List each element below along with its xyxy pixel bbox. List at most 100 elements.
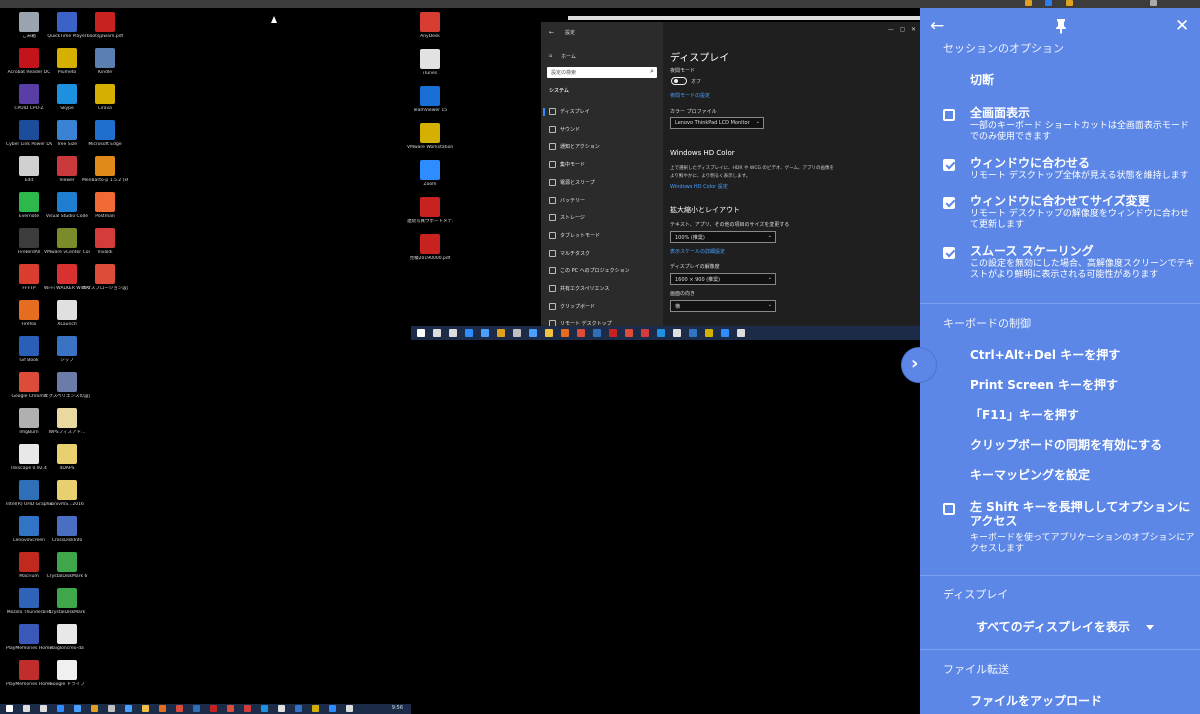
- hd-color-link[interactable]: Windows HD Color 設定: [670, 183, 728, 190]
- taskbar-app-icon[interactable]: [346, 705, 353, 712]
- desktop-icon[interactable]: MenBarto-p 1.5.2 (x64): [82, 156, 128, 183]
- option-checkbox[interactable]: [943, 247, 955, 259]
- nav-item[interactable]: 共有エクスペリエンス: [549, 285, 609, 292]
- nav-item[interactable]: ディスプレイ: [549, 108, 590, 115]
- close-icon[interactable]: ✕: [1175, 18, 1189, 35]
- upload-file-button[interactable]: ファイルをアップロード: [970, 692, 1102, 709]
- desktop-icon[interactable]: ionivmS...2016: [44, 480, 90, 507]
- taskbar-app-icon[interactable]: [295, 705, 302, 712]
- desktop-icon[interactable]: daigloncreo-da: [44, 624, 90, 651]
- desktop-icon[interactable]: CrystalDiskMark 6: [44, 552, 90, 579]
- desktop-icon[interactable]: Postman: [82, 192, 128, 219]
- taskbar-app-icon[interactable]: [577, 329, 585, 337]
- nav-item[interactable]: この PC へのプロジェクション: [549, 267, 630, 275]
- taskbar-app-icon[interactable]: [210, 705, 217, 712]
- disconnect-button[interactable]: 切断: [970, 71, 994, 88]
- keyboard-action[interactable]: Ctrl+Alt+Del キーを押す: [970, 346, 1120, 363]
- option-checkbox[interactable]: [943, 159, 955, 171]
- taskbar-app-icon[interactable]: [142, 705, 149, 712]
- taskbar-app-icon[interactable]: [673, 329, 681, 337]
- settings-search-box[interactable]: 設定の検索 ⌕: [547, 67, 657, 78]
- nav-item[interactable]: サウンド: [549, 125, 580, 133]
- night-mode-settings-link[interactable]: 夜間モードの設定: [670, 92, 710, 99]
- back-arrow-icon[interactable]: ←: [930, 18, 944, 35]
- back-arrow-icon[interactable]: ←: [549, 29, 554, 36]
- taskbar-app-icon[interactable]: [657, 329, 665, 337]
- taskbar-app-icon[interactable]: [417, 329, 425, 337]
- taskbar-app-icon[interactable]: [125, 705, 132, 712]
- display-select[interactable]: すべてのディスプレイを表示: [920, 612, 1200, 636]
- close-icon[interactable]: ✕: [911, 26, 916, 33]
- taskbar-app-icon[interactable]: [57, 705, 64, 712]
- desktop-icon[interactable]: iTunes: [407, 49, 453, 76]
- taskbar-app-icon[interactable]: [433, 329, 441, 337]
- nav-item[interactable]: 電源とスリープ: [549, 178, 595, 186]
- taskbar-app-icon[interactable]: [721, 329, 729, 337]
- desktop-icon[interactable]: Zoom: [407, 160, 453, 187]
- keyboard-action[interactable]: クリップボードの同期を有効にする: [970, 436, 1162, 453]
- keyboard-action[interactable]: 「F11」キーを押す: [970, 406, 1079, 423]
- taskbar-app-icon[interactable]: [641, 329, 649, 337]
- extension-icon[interactable]: [1025, 0, 1032, 6]
- home-link[interactable]: ホーム: [561, 53, 576, 60]
- scale-dropdown[interactable]: 100% (推奨) ⌄: [670, 231, 776, 243]
- desktop-icon[interactable]: Google ドライブ: [44, 660, 90, 687]
- taskbar-app-icon[interactable]: [176, 705, 183, 712]
- nav-item[interactable]: クリップボード: [549, 302, 595, 310]
- desktop-icon[interactable]: WPSフィスアド...: [44, 408, 90, 435]
- desktop-icon[interactable]: bootsjpwarn.pdf: [82, 12, 128, 39]
- extension-icon[interactable]: [1045, 0, 1052, 6]
- nav-item[interactable]: マルチタスク: [549, 249, 590, 257]
- taskbar-app-icon[interactable]: [689, 329, 697, 337]
- taskbar-app-icon[interactable]: [40, 705, 47, 712]
- desktop-icon[interactable]: Kindle: [82, 48, 128, 75]
- orientation-dropdown[interactable]: 横 ⌄: [670, 300, 776, 312]
- pin-icon[interactable]: [1054, 18, 1068, 38]
- taskbar-app-icon[interactable]: [244, 705, 251, 712]
- desktop-icon[interactable]: TeamViewer 15: [407, 86, 453, 113]
- nav-item[interactable]: 集中モード: [549, 161, 585, 169]
- nav-item[interactable]: タブレットモード: [549, 231, 600, 239]
- taskbar-app-icon[interactable]: [529, 329, 537, 337]
- taskbar-app-icon[interactable]: [227, 705, 234, 712]
- desktop-icon[interactable]: Vivaldi: [82, 228, 128, 255]
- keyboard-action[interactable]: キーマッピングを設定: [970, 466, 1090, 483]
- desktop-icon[interactable]: CrossDiskInfo: [44, 516, 90, 543]
- taskbar-app-icon[interactable]: [625, 329, 633, 337]
- panel-toggle-tab[interactable]: ›: [901, 347, 937, 383]
- desktop-icon[interactable]: エクスプロージョン設定パージ: [82, 264, 128, 291]
- taskbar-app-icon[interactable]: [74, 705, 81, 712]
- desktop-icon[interactable]: CrystalDiskMark: [44, 588, 90, 615]
- taskbar-app-icon[interactable]: [278, 705, 285, 712]
- night-mode-toggle[interactable]: [671, 77, 687, 85]
- remote-desktop-view[interactable]: ごみ箱 Acrobat Reader DC CPUID CPU-Z Cyber Lin…: [0, 8, 920, 714]
- desktop-icon[interactable]: AnyDesk: [407, 12, 453, 39]
- nav-item[interactable]: 通知とアクション: [549, 143, 600, 151]
- taskbar-app-icon[interactable]: [513, 329, 521, 337]
- main-taskbar[interactable]: 9:56: [0, 704, 411, 714]
- secondary-taskbar[interactable]: [411, 326, 920, 340]
- resolution-dropdown[interactable]: 1600 × 900 (推奨) ⌄: [670, 273, 776, 285]
- nav-item[interactable]: バッテリー: [549, 196, 585, 204]
- taskbar-app-icon[interactable]: [6, 705, 13, 712]
- taskbar-app-icon[interactable]: [312, 705, 319, 712]
- nav-item[interactable]: ストレージ: [549, 214, 585, 222]
- desktop-icon[interactable]: XLaunch: [44, 300, 90, 327]
- desktop-icon[interactable]: エクスペリエンスの設定ツール: [44, 372, 90, 399]
- taskbar-app-icon[interactable]: [23, 705, 30, 712]
- taskbar-app-icon[interactable]: [593, 329, 601, 337]
- shift-option-checkbox[interactable]: [943, 503, 955, 515]
- taskbar-app-icon[interactable]: [449, 329, 457, 337]
- scale-advanced-link[interactable]: 表示スケールの詳細設定: [670, 248, 725, 255]
- keyboard-action[interactable]: Print Screen キーを押す: [970, 376, 1118, 393]
- extension-icon[interactable]: [1150, 0, 1157, 6]
- settings-window[interactable]: ← 設定 ⌂ ホーム 設定の検索 ⌕ システム ディスプレイ サウンド 通知とアクシ…: [541, 22, 920, 334]
- taskbar-app-icon[interactable]: [261, 705, 268, 712]
- taskbar-app-icon[interactable]: [481, 329, 489, 337]
- taskbar-app-icon[interactable]: [159, 705, 166, 712]
- option-checkbox[interactable]: [943, 109, 955, 121]
- desktop-icon[interactable]: 4DAPS: [44, 444, 90, 471]
- taskbar-app-icon[interactable]: [705, 329, 713, 337]
- desktop-icon[interactable]: シップ: [44, 336, 90, 363]
- color-profile-dropdown[interactable]: Lenovo ThinkPad LCD Monitor ⌄: [670, 117, 764, 129]
